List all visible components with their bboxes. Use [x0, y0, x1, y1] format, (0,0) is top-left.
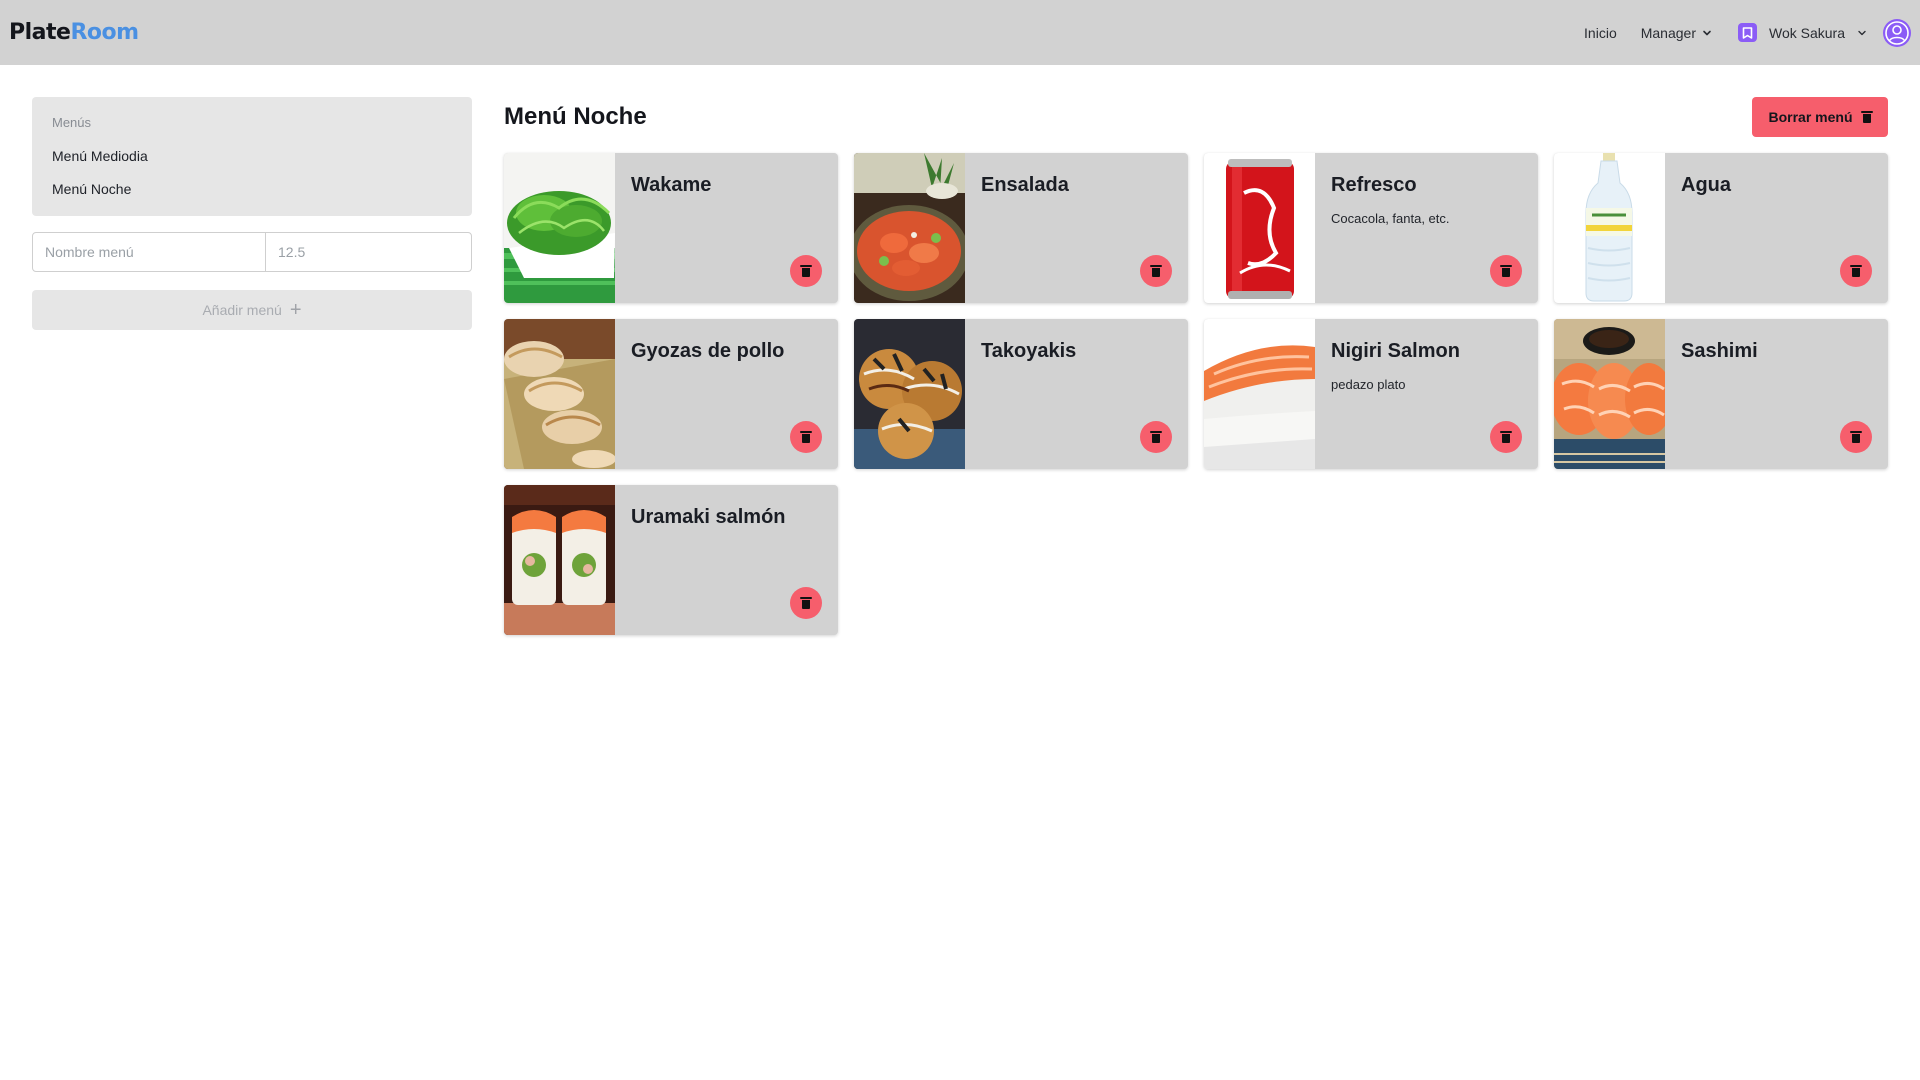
dishes-grid: Wakame Ensalada Refresco Cocacola, fanta… [504, 153, 1888, 635]
dish-image-uramaki [504, 485, 615, 635]
delete-menu-button[interactable]: Borrar menú [1752, 97, 1888, 137]
menu-price-input[interactable] [266, 233, 471, 271]
dish-name: Ensalada [981, 174, 1069, 196]
manager-dropdown-label: Manager [1640, 24, 1696, 41]
trash-icon [800, 431, 812, 443]
chevron-down-icon [1858, 30, 1866, 35]
dish-card: Ensalada [854, 153, 1188, 303]
menu-detail-header: Menú Noche Borrar menú [504, 97, 1888, 137]
dish-card: Uramaki salmón [504, 485, 838, 635]
dish-card: Takoyakis [854, 319, 1188, 469]
trash-icon [800, 597, 812, 609]
trash-icon [1150, 431, 1162, 443]
manager-dropdown[interactable]: Manager [1641, 25, 1712, 41]
dish-card: Wakame [504, 153, 838, 303]
trash-icon [1850, 431, 1862, 443]
dish-card: Agua [1554, 153, 1888, 303]
restaurant-selector[interactable]: Wok Sakura [1738, 23, 1867, 42]
dish-card: Gyozas de pollo [504, 319, 838, 469]
delete-dish-button[interactable] [1840, 255, 1872, 287]
dish-card: Refresco Cocacola, fanta, etc. [1204, 153, 1538, 303]
dish-name: Refresco [1331, 174, 1417, 196]
top-navbar: Plate Room Inicio Manager Wok Sakura [0, 0, 1920, 65]
nav-link-inicio[interactable]: Inicio [1584, 25, 1617, 41]
plus-icon: + [289, 299, 302, 321]
dish-image-agua [1554, 153, 1665, 303]
dish-image-gyozas [504, 319, 615, 469]
delete-dish-button[interactable] [1490, 255, 1522, 287]
brand-logo-part2: Room [70, 20, 139, 45]
delete-dish-button[interactable] [1490, 421, 1522, 453]
delete-menu-label: Borrar menú [1768, 109, 1853, 125]
add-menu-button[interactable]: Añadir menú + [32, 290, 472, 330]
trash-icon [1500, 431, 1512, 443]
menu-item-mediodia[interactable]: Menú Mediodia [52, 148, 452, 164]
menu-name-input[interactable] [33, 233, 266, 271]
trash-icon [800, 265, 812, 277]
dish-image-nigiri [1204, 319, 1315, 469]
trash-icon [1860, 111, 1873, 123]
trash-icon [1850, 265, 1862, 277]
menus-list-panel: Menús Menú Mediodia Menú Noche [32, 97, 472, 216]
dish-card: Nigiri Salmon pedazo plato [1204, 319, 1538, 469]
delete-dish-button[interactable] [790, 421, 822, 453]
brand-logo-part1: Plate [9, 20, 71, 45]
dish-image-refresco [1204, 153, 1315, 303]
dish-name: Wakame [631, 174, 712, 196]
dish-description: Cocacola, fanta, etc. [1331, 211, 1450, 226]
user-icon [1885, 20, 1909, 45]
user-avatar[interactable] [1883, 18, 1911, 47]
dish-image-sashimi [1554, 319, 1665, 469]
dish-name: Nigiri Salmon [1331, 340, 1460, 362]
nav-actions: Inicio Manager Wok Sakura [1584, 18, 1911, 47]
delete-dish-button[interactable] [1140, 421, 1172, 453]
dish-name: Uramaki salmón [631, 506, 786, 528]
restaurant-icon [1738, 23, 1757, 42]
dish-name: Gyozas de pollo [631, 340, 785, 362]
dish-name: Takoyakis [981, 340, 1077, 362]
dish-name: Sashimi [1681, 340, 1758, 362]
dish-image-ensalada [854, 153, 965, 303]
dish-image-wakame [504, 153, 615, 303]
brand-logo[interactable]: Plate Room [9, 20, 139, 45]
new-menu-form [32, 232, 472, 272]
trash-icon [1150, 265, 1162, 277]
dish-description: pedazo plato [1331, 377, 1406, 392]
menus-sidebar: Menús Menú Mediodia Menú Noche Añadir me… [32, 97, 472, 330]
menu-item-noche[interactable]: Menú Noche [52, 181, 452, 197]
delete-dish-button[interactable] [790, 587, 822, 619]
dish-name: Agua [1681, 174, 1731, 196]
page-title: Menú Noche [504, 103, 647, 130]
chevron-down-icon [1703, 30, 1711, 35]
trash-icon [1500, 265, 1512, 277]
restaurant-name: Wok Sakura [1769, 24, 1845, 41]
add-menu-label: Añadir menú [202, 302, 282, 318]
delete-dish-button[interactable] [1140, 255, 1172, 287]
menu-detail: Menú Noche Borrar menú Wakame Ensalada R… [504, 97, 1888, 635]
delete-dish-button[interactable] [790, 255, 822, 287]
dish-image-takoyakis [854, 319, 965, 469]
dish-card: Sashimi [1554, 319, 1888, 469]
delete-dish-button[interactable] [1840, 421, 1872, 453]
menus-list-title: Menús [52, 115, 92, 130]
